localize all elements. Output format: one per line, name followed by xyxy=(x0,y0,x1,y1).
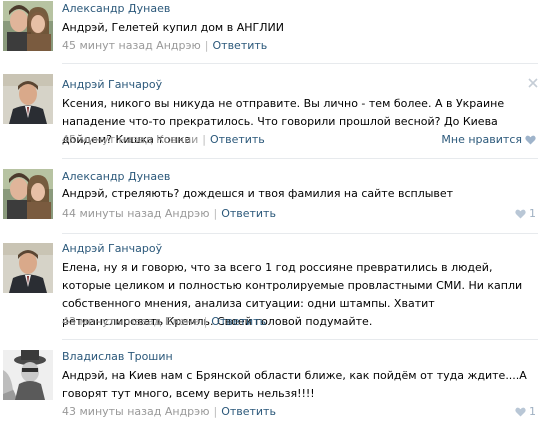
divider xyxy=(62,63,538,64)
comment-author[interactable]: Александр Дунаев xyxy=(62,170,170,183)
comment: Владислав Трошин Андрэй, на Киев нам с Б… xyxy=(0,348,548,433)
avatar[interactable] xyxy=(3,1,53,51)
separator: | xyxy=(213,207,218,220)
like-count: 1 xyxy=(529,207,536,220)
comment-author[interactable]: Андрэй Ганчароў xyxy=(62,78,162,91)
separator: | xyxy=(202,133,207,146)
divider xyxy=(62,339,538,340)
reply-button[interactable]: Ответить xyxy=(210,133,265,146)
like-count: 1 xyxy=(529,405,536,418)
comment-time[interactable]: 45 минут назад Ксении xyxy=(62,133,198,146)
avatar[interactable] xyxy=(3,243,53,293)
comment-meta: 43 минуты назад Елене | Ответить xyxy=(62,315,266,328)
avatar[interactable] xyxy=(3,169,53,219)
comment-author[interactable]: Владислав Трошин xyxy=(62,350,173,363)
divider xyxy=(62,158,538,159)
comment-meta: 45 минут назад Ксении | Ответить xyxy=(62,133,265,146)
like-button[interactable]: 1 xyxy=(515,405,536,418)
comment-meta: 44 минуты назад Андрэю | Ответить xyxy=(62,207,276,220)
comment: Александр Дунаев Андрэй, Гелетей купил д… xyxy=(0,0,548,58)
reply-button[interactable]: Ответить xyxy=(221,405,276,418)
divider xyxy=(62,233,538,234)
reply-button[interactable]: Ответить xyxy=(213,39,268,52)
reply-button[interactable]: Ответить xyxy=(211,315,266,328)
separator: | xyxy=(203,315,208,328)
reply-button[interactable]: Ответить xyxy=(221,207,276,220)
avatar[interactable] xyxy=(3,350,53,400)
separator: | xyxy=(204,39,209,52)
like-label: Мне нравится xyxy=(441,133,522,146)
heart-icon xyxy=(515,407,526,416)
comment: Андрэй Ганчароў Елена, ну я и говорю, чт… xyxy=(0,242,548,334)
avatar[interactable] xyxy=(3,74,53,124)
comment-meta: 43 минуты назад Андрэю | Ответить xyxy=(62,405,276,418)
man-in-suit-photo-icon xyxy=(3,74,53,124)
comment-text: Андрэй, на Киев нам с Брянской области б… xyxy=(62,369,527,400)
comment-time[interactable]: 43 минуты назад Андрэю xyxy=(62,405,209,418)
heart-icon xyxy=(515,209,526,218)
comment-text: Андрэй, Гелетей купил дом в АНГЛИИ xyxy=(62,21,284,34)
comment-text: Андрэй, стреляють? дождешся и твоя фамил… xyxy=(62,187,454,200)
comment-author[interactable]: Андрэй Ганчароў xyxy=(62,242,162,255)
comment-author[interactable]: Александр Дунаев xyxy=(62,2,170,15)
man-in-suit-photo-icon xyxy=(3,243,53,293)
comment: Андрэй Ганчароў Ксения, никого вы никуда… xyxy=(0,73,548,153)
comment-meta: 45 минут назад Андрэю | Ответить xyxy=(62,39,267,52)
like-button[interactable]: Мне нравится xyxy=(441,133,536,146)
like-button[interactable]: 1 xyxy=(515,207,536,220)
heart-icon xyxy=(525,135,536,144)
comment: Александр Дунаев Андрэй, стреляють? дожд… xyxy=(0,168,548,228)
separator: | xyxy=(213,405,218,418)
hat-man-photo-icon xyxy=(3,350,53,400)
couple-photo-icon xyxy=(3,1,53,51)
close-icon[interactable] xyxy=(528,78,538,88)
couple-photo-icon xyxy=(3,169,53,219)
comment-time[interactable]: 45 минут назад Андрэю xyxy=(62,39,201,52)
comment-time[interactable]: 43 минуты назад Елене xyxy=(62,315,200,328)
comment-time[interactable]: 44 минуты назад Андрэю xyxy=(62,207,209,220)
